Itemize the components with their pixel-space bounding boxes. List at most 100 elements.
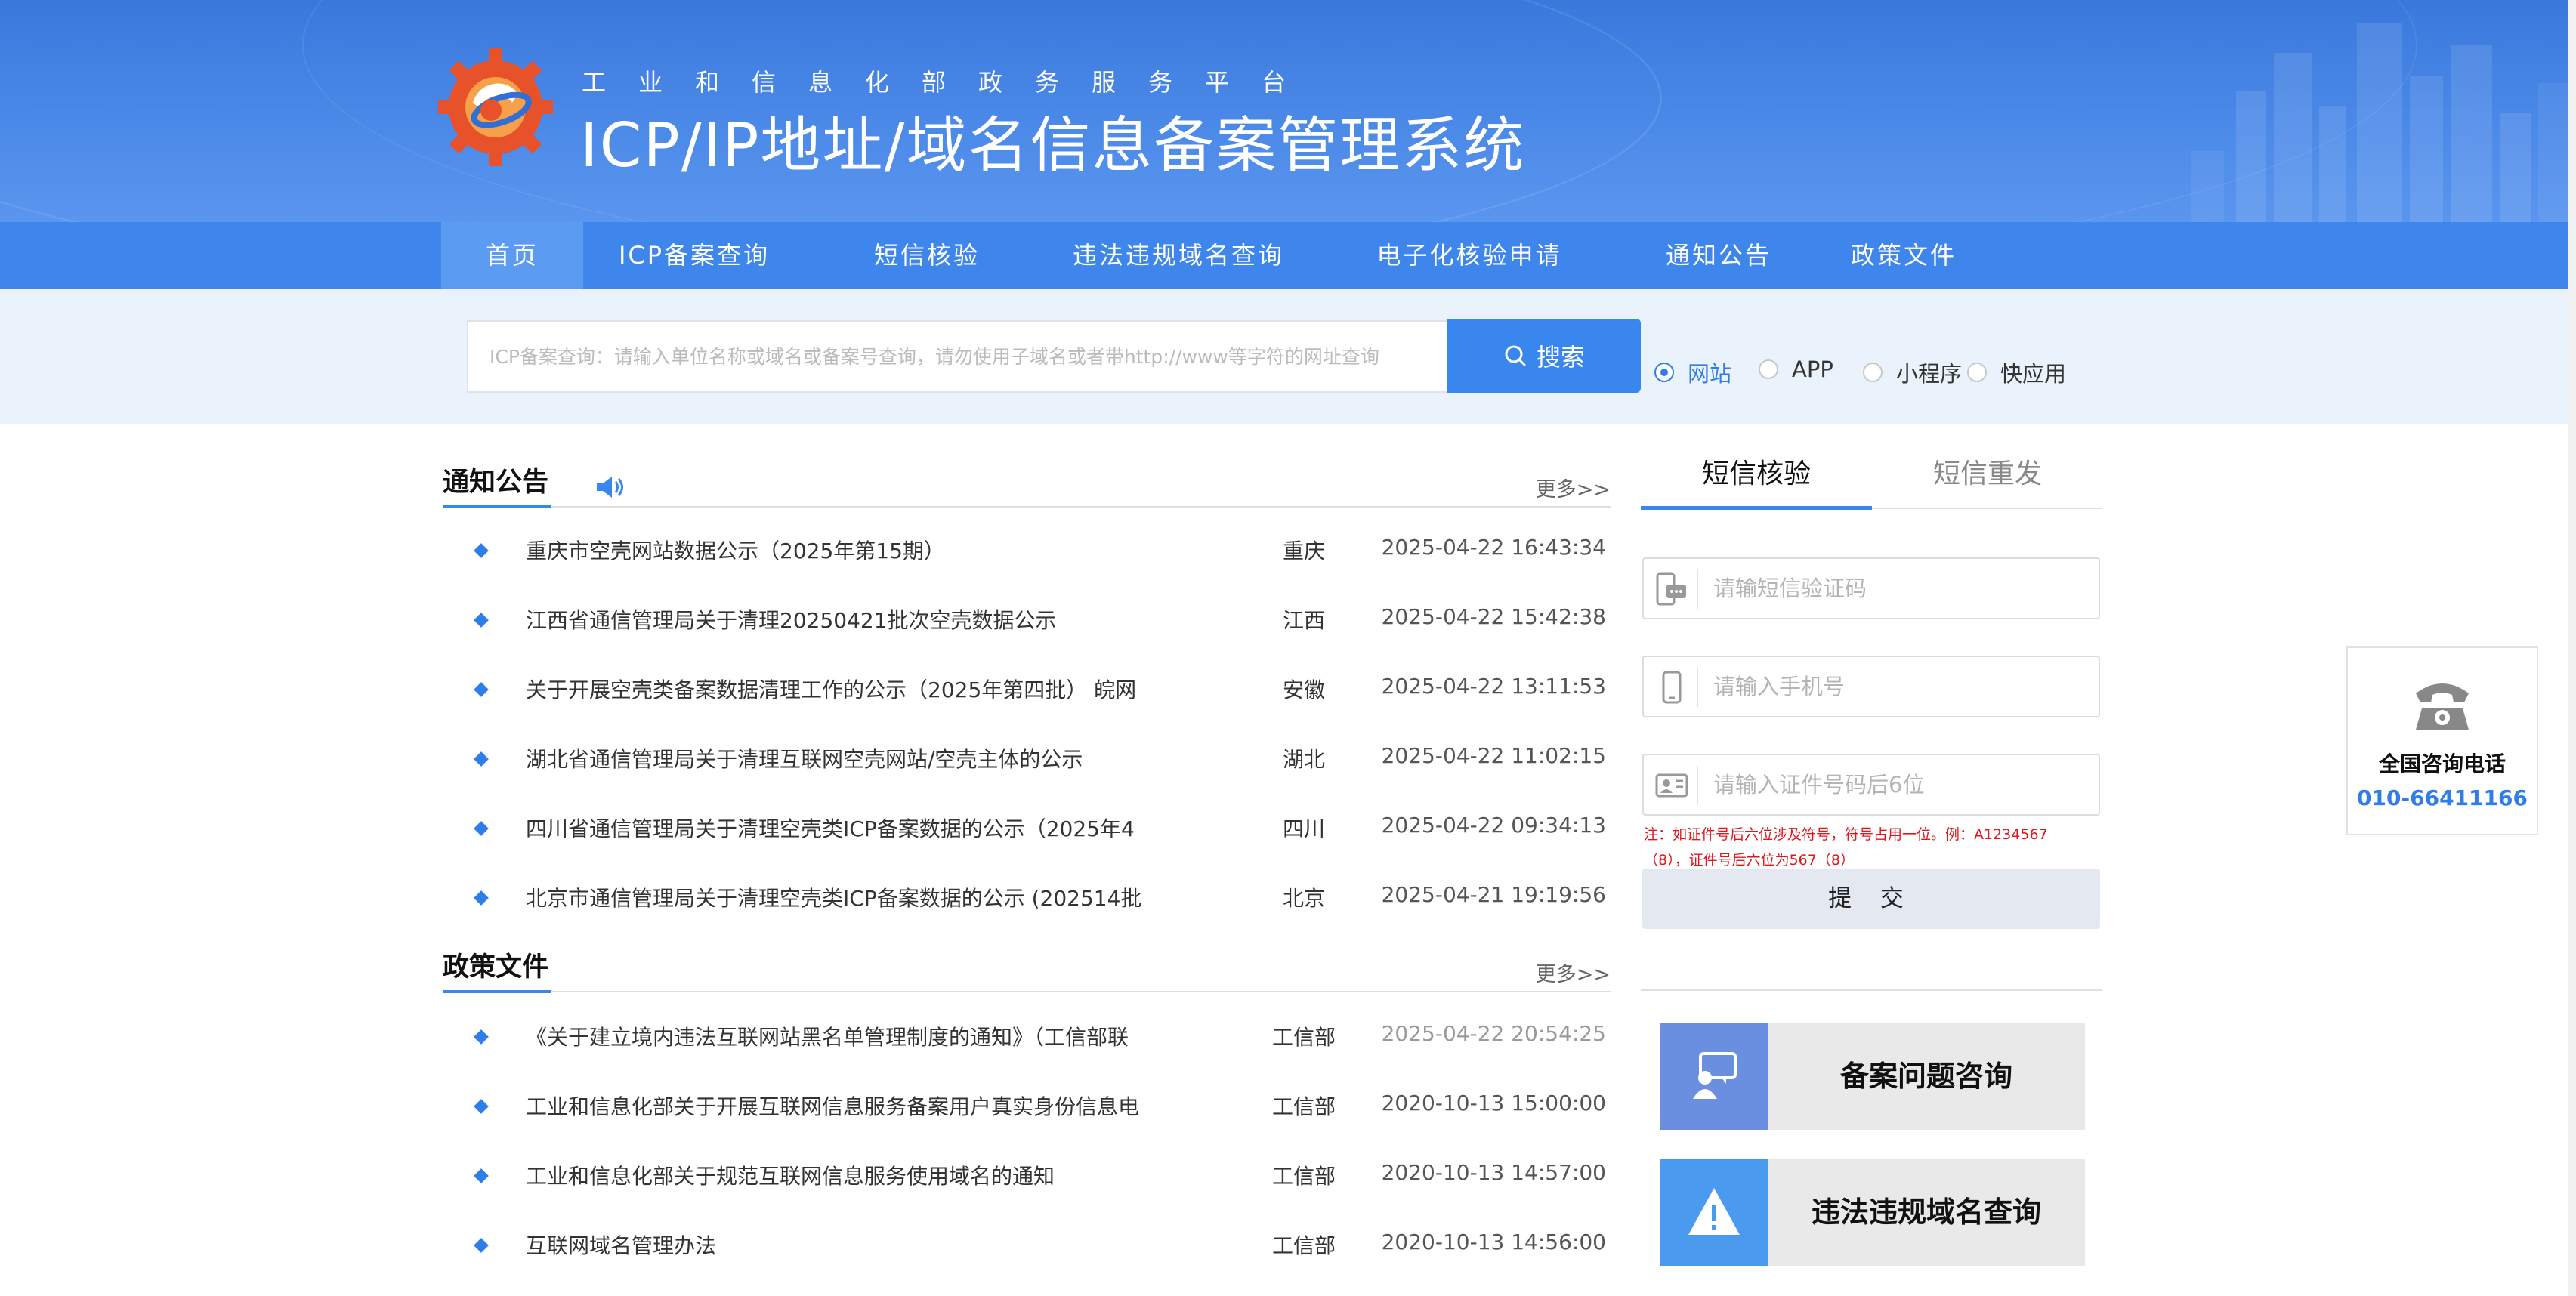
policies-title: 政策文件	[443, 952, 549, 983]
bullet-icon	[474, 1238, 489, 1253]
tab-sms-verify[interactable]: 短信核验	[1641, 441, 1872, 508]
note-line: 注：如证件号后六位涉及符号，符号占用一位。例：A1234567	[1644, 826, 2048, 843]
radio-website[interactable]: 网站	[1654, 356, 1731, 388]
search-button[interactable]: 搜索	[1447, 319, 1641, 393]
hotline-label: 全国咨询电话	[2378, 751, 2506, 776]
policy-title[interactable]: 工业和信息化部关于规范互联网信息服务使用域名的通知	[526, 1160, 1281, 1190]
policy-title[interactable]: 《关于建立境内违法互联网站黑名单管理制度的通知》（工信部联	[526, 1021, 1281, 1051]
radio-app[interactable]: APP	[1759, 356, 1833, 382]
notice-region: 重庆	[1282, 538, 1325, 563]
tab-active-indicator	[1641, 506, 1872, 510]
bullet-icon	[474, 751, 489, 767]
telephone-icon	[2416, 683, 2469, 730]
policy-title[interactable]: 工业和信息化部关于开展互联网信息服务备案用户真实身份信息电	[526, 1091, 1281, 1121]
page-title: ICP/IP地址/域名信息备案管理系统	[580, 110, 1526, 181]
hotline-widget: 全国咨询电话 010-66411166	[2346, 646, 2538, 835]
field-separator	[1697, 668, 1698, 707]
phone-icon	[1662, 671, 1682, 704]
policy-issuer: 工信部	[1271, 1025, 1336, 1050]
phone-field	[1642, 656, 2100, 717]
consult-card-label: 备案问题咨询	[1839, 1060, 2012, 1093]
radio-quickapp[interactable]: 快应用	[1967, 356, 2066, 388]
policy-row[interactable]: 《关于建立境内违法互联网站黑名单管理制度的通知》（工信部联 工信部 2025-0…	[443, 998, 1611, 1068]
id-number-field	[1642, 754, 2100, 816]
bullet-icon	[474, 821, 489, 836]
notice-row[interactable]: 关于开展空壳类备案数据清理工作的公示（2025年第四批） 皖网 安徽 2025-…	[443, 651, 1611, 721]
bullet-icon	[474, 613, 489, 628]
nav-item-policies[interactable]: 政策文件	[1813, 222, 1994, 289]
nav-item-illegal-domain-query[interactable]: 违法违规域名查询	[1027, 222, 1330, 289]
policy-time: 2020-10-13 15:00:00	[1381, 1091, 1606, 1115]
nav-item-home[interactable]: 首页	[441, 222, 583, 289]
notice-time: 2025-04-22 09:34:13	[1381, 813, 1606, 838]
hotline-number[interactable]: 010-66411166	[2348, 785, 2537, 810]
radio-dot	[1654, 363, 1674, 382]
sms-code-input[interactable]	[1713, 559, 2091, 618]
section-underline	[443, 990, 551, 993]
radio-dot	[1967, 363, 1987, 382]
radio-dot	[1759, 359, 1778, 379]
consult-card[interactable]: 备案问题咨询	[1660, 1023, 2085, 1130]
radio-dot	[1863, 363, 1883, 382]
notice-title[interactable]: 关于开展空壳类备案数据清理工作的公示（2025年第四批） 皖网	[526, 674, 1281, 704]
notice-row[interactable]: 湖北省通信管理局关于清理互联网空壳网站/空壳主体的公示 湖北 2025-04-2…	[443, 721, 1611, 790]
notice-region: 湖北	[1282, 747, 1325, 772]
policies-more-link[interactable]: 更多>>	[1536, 958, 1611, 987]
illegal-domain-card[interactable]: 违法违规域名查询	[1660, 1159, 2085, 1266]
id-number-input[interactable]	[1713, 755, 2091, 814]
notices-more-link[interactable]: 更多>>	[1536, 473, 1611, 502]
notice-region: 北京	[1282, 886, 1325, 911]
notice-row[interactable]: 四川省通信管理局关于清理空壳类ICP备案数据的公示（2025年4 四川 2025…	[443, 790, 1611, 859]
bullet-icon	[474, 1168, 489, 1183]
nav-item-icp-query[interactable]: ICP备案查询	[583, 222, 805, 289]
bullet-icon	[474, 1029, 489, 1045]
notice-time: 2025-04-22 15:42:38	[1381, 604, 1606, 629]
bullet-icon	[474, 682, 489, 697]
notice-title[interactable]: 重庆市空壳网站数据公示（2025年第15期）	[526, 535, 1281, 565]
notice-time: 2025-04-22 13:11:53	[1381, 674, 1606, 699]
policy-issuer: 工信部	[1271, 1233, 1336, 1258]
search-input[interactable]	[467, 320, 1449, 393]
platform-subtitle: 工业和信息化部政务服务平台	[582, 68, 1319, 97]
policy-row[interactable]: 工业和信息化部关于开展互联网信息服务备案用户真实身份信息电 工信部 2020-1…	[443, 1068, 1611, 1137]
notice-title[interactable]: 北京市通信管理局关于清理空壳类ICP备案数据的公示 (202514批	[526, 882, 1281, 912]
search-icon	[1505, 345, 1526, 366]
section-underline	[443, 505, 551, 508]
notice-row[interactable]: 重庆市空壳网站数据公示（2025年第15期） 重庆 2025-04-22 16:…	[443, 512, 1611, 582]
submit-button[interactable]: 提 交	[1642, 869, 2100, 929]
policy-time: 2025-04-22 20:54:25	[1381, 1021, 1606, 1046]
tab-sms-resend[interactable]: 短信重发	[1872, 441, 2103, 508]
notices-title: 通知公告	[443, 467, 549, 498]
notice-row[interactable]: 江西省通信管理局关于清理20250421批次空壳数据公示 江西 2025-04-…	[443, 582, 1611, 651]
notice-time: 2025-04-21 19:19:56	[1381, 882, 1606, 907]
scrollbar[interactable]	[2568, 0, 2576, 1296]
logo	[438, 48, 553, 166]
policy-row[interactable]: 互联网域名管理办法 工信部 2020-10-13 14:56:00	[443, 1207, 1611, 1276]
nav-item-e-verify-apply[interactable]: 电子化核验申请	[1337, 222, 1602, 289]
right-divider	[1641, 989, 2102, 991]
bullet-icon	[474, 1099, 489, 1114]
field-separator	[1697, 569, 1698, 609]
radio-miniprogram[interactable]: 小程序	[1863, 356, 1962, 388]
notice-row[interactable]: 北京市通信管理局关于清理空壳类ICP备案数据的公示 (202514批 北京 20…	[443, 859, 1611, 929]
notice-title[interactable]: 江西省通信管理局关于清理20250421批次空壳数据公示	[526, 604, 1281, 634]
field-separator	[1697, 766, 1698, 805]
policy-issuer: 工信部	[1271, 1094, 1336, 1119]
speaker-icon	[597, 477, 623, 498]
id-number-note: 注：如证件号后六位涉及符号，符号占用一位。例：A1234567 （8），证件号后…	[1644, 822, 2112, 873]
notice-region: 安徽	[1282, 677, 1325, 702]
notice-title[interactable]: 湖北省通信管理局关于清理互联网空壳网站/空壳主体的公示	[526, 743, 1281, 773]
radio-label: 小程序	[1896, 361, 1963, 387]
main-nav: 首页 ICP备案查询 短信核验 违法违规域名查询 电子化核验申请 通知公告 政策…	[0, 222, 2568, 289]
nav-item-notices[interactable]: 通知公告	[1624, 222, 1813, 289]
policies-header: 政策文件 更多>>	[443, 929, 1611, 993]
nav-item-sms-verify[interactable]: 短信核验	[805, 222, 1049, 289]
radio-label: 网站	[1688, 361, 1732, 387]
sms-message-icon	[1656, 572, 1686, 606]
radio-label: 快应用	[2000, 361, 2067, 387]
policy-row[interactable]: 工业和信息化部关于规范互联网信息服务使用域名的通知 工信部 2020-10-13…	[443, 1137, 1611, 1207]
notice-title[interactable]: 四川省通信管理局关于清理空壳类ICP备案数据的公示（2025年4	[526, 813, 1281, 843]
search-area: 搜索 网站 APP 小程序 快应用	[0, 289, 2568, 424]
phone-input[interactable]	[1713, 657, 2091, 716]
policy-title[interactable]: 互联网域名管理办法	[526, 1230, 1281, 1260]
